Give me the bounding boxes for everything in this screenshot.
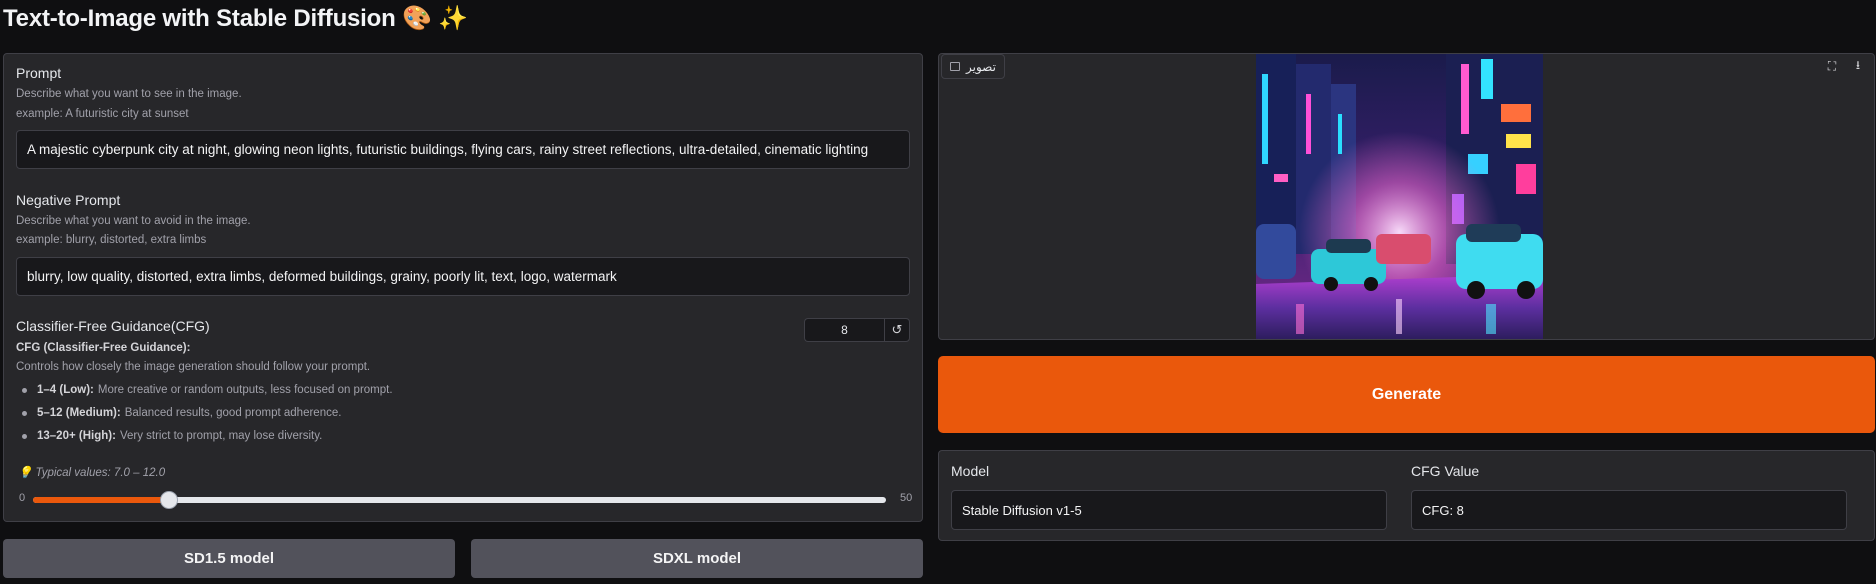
cfg-value-output[interactable]: CFG: 8 (1411, 490, 1847, 530)
lightbulb-icon: 💡 (18, 467, 33, 479)
negative-prompt-info-line2: example: blurry, distorted, extra limbs (16, 234, 207, 246)
cfg-range-low: 1–4 (Low): (37, 384, 94, 396)
cfg-label: Classifier-Free Guidance(CFG) (16, 318, 210, 334)
cfg-slider[interactable]: 0 50 (16, 490, 912, 510)
prompt-input[interactable]: A majestic cyberpunk city at night, glow… (16, 130, 910, 169)
generate-button[interactable]: Generate (938, 356, 1875, 433)
negative-prompt-info-line1: Describe what you want to avoid in the i… (16, 215, 251, 227)
bullet-icon (22, 410, 27, 416)
image-actions: ⛶ ⭳ (1822, 56, 1868, 76)
cfg-list-item: 1–4 (Low): More creative or random outpu… (22, 384, 393, 396)
generated-image (1256, 54, 1543, 339)
bullet-icon (22, 387, 27, 393)
cfg-info-desc: Controls how closely the image generatio… (16, 361, 371, 373)
cfg-list-item: 13–20+ (High): Very strict to prompt, ma… (22, 430, 322, 442)
prompt-info-line1: Describe what you want to see in the ima… (16, 88, 242, 100)
sd15-model-button[interactable]: SD1.5 model (3, 539, 455, 578)
output-info-panel: Model Stable Diffusion v1-5 CFG Value CF… (938, 450, 1875, 541)
cfg-number-input-group: 8 ↺ (804, 318, 916, 342)
cfg-number-input[interactable]: 8 (804, 318, 884, 342)
prompt-info-line2: example: A futuristic city at sunset (16, 108, 189, 120)
negative-prompt-input[interactable]: blurry, low quality, distorted, extra li… (16, 257, 910, 296)
page-title: Text-to-Image with Stable Diffusion 🎨 ✨ (3, 4, 468, 33)
negative-prompt-label: Negative Prompt (16, 192, 121, 208)
image-label: تصویر (941, 54, 1005, 79)
image-icon (950, 62, 960, 71)
page-title-text: Text-to-Image with Stable Diffusion (3, 5, 396, 32)
cfg-range-medium: 5–12 (Medium): (37, 407, 121, 419)
bullet-icon (22, 433, 27, 439)
palette-sparkles-emoji: 🎨 ✨ (402, 5, 468, 32)
sdxl-model-button[interactable]: SDXL model (471, 539, 923, 578)
cfg-range-high: 13–20+ (High): (37, 430, 116, 442)
image-label-text: تصویر (966, 59, 996, 74)
prompt-label: Prompt (16, 65, 62, 81)
cfg-tip: 💡 Typical values: 7.0 – 12.0 (18, 465, 165, 479)
cyberpunk-city-image (1256, 54, 1543, 339)
reset-icon[interactable]: ↺ (884, 318, 910, 342)
output-image-panel: تصویر ⛶ ⭳ (938, 53, 1875, 340)
cfg-info-title: CFG (Classifier-Free Guidance): (16, 342, 191, 354)
cfg-range-medium-desc: Balanced results, good prompt adherence. (124, 407, 342, 419)
cfg-range-high-desc: Very strict to prompt, may lose diversit… (119, 430, 323, 442)
slider-thumb[interactable] (160, 491, 179, 509)
fullscreen-icon[interactable]: ⛶ (1822, 56, 1842, 76)
model-output[interactable]: Stable Diffusion v1-5 (951, 490, 1387, 530)
slider-fill (33, 497, 170, 503)
cfg-tip-text: Typical values: 7.0 – 12.0 (35, 467, 166, 479)
cfg-range-low-desc: More creative or random outputs, less fo… (97, 384, 393, 396)
slider-max-label: 50 (900, 492, 913, 504)
input-panel: Prompt Describe what you want to see in … (3, 53, 923, 522)
cfg-value-label: CFG Value (1411, 463, 1480, 479)
cfg-list-item: 5–12 (Medium): Balanced results, good pr… (22, 407, 341, 419)
download-icon[interactable]: ⭳ (1848, 56, 1868, 76)
slider-min-label: 0 (19, 492, 26, 504)
slider-track[interactable] (33, 491, 886, 509)
model-label: Model (951, 463, 990, 479)
